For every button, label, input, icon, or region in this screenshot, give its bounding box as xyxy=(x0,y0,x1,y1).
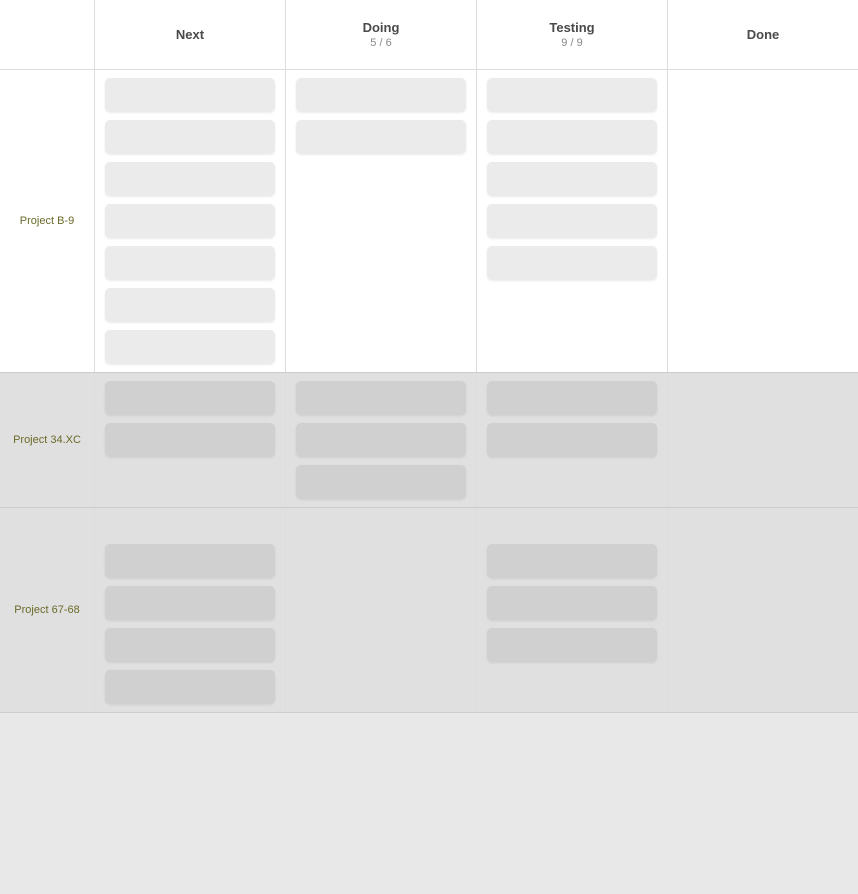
project-67-68-doing-col xyxy=(286,508,477,712)
card[interactable] xyxy=(487,246,657,280)
header-label-col xyxy=(0,0,95,69)
header-next-col: Next xyxy=(95,0,286,69)
project-34xc-next-col xyxy=(95,373,286,507)
doing-column-count: 5 / 6 xyxy=(370,37,391,49)
testing-column-title: Testing xyxy=(549,20,594,35)
project-b9-done-col xyxy=(668,70,858,372)
card[interactable] xyxy=(105,586,275,620)
header-done-col: Done xyxy=(668,0,858,69)
card[interactable] xyxy=(487,204,657,238)
card[interactable] xyxy=(487,586,657,620)
project-34xc-label: Project 34.XC xyxy=(0,373,95,507)
card[interactable] xyxy=(487,120,657,154)
card[interactable] xyxy=(296,423,466,457)
card[interactable] xyxy=(105,204,275,238)
card[interactable] xyxy=(105,423,275,457)
project-b9-next-col xyxy=(95,70,286,372)
next-column-title: Next xyxy=(176,27,204,42)
project-67-68-testing-col xyxy=(477,508,668,712)
card[interactable] xyxy=(105,288,275,322)
card[interactable] xyxy=(105,381,275,415)
project-67-68-done-col xyxy=(668,508,858,712)
card[interactable] xyxy=(105,246,275,280)
project-b9-label: Project B-9 xyxy=(0,70,95,372)
card[interactable] xyxy=(105,120,275,154)
card[interactable] xyxy=(105,78,275,112)
card[interactable] xyxy=(487,423,657,457)
card[interactable] xyxy=(296,78,466,112)
card[interactable] xyxy=(296,381,466,415)
card[interactable] xyxy=(487,544,657,578)
card[interactable] xyxy=(105,162,275,196)
card[interactable] xyxy=(487,381,657,415)
project-34xc-doing-col xyxy=(286,373,477,507)
done-column-title: Done xyxy=(747,27,780,42)
project-67-68-label: Project 67-68 xyxy=(0,508,95,712)
project-67-68-next-col xyxy=(95,508,286,712)
card[interactable] xyxy=(105,628,275,662)
card[interactable] xyxy=(105,544,275,578)
card[interactable] xyxy=(487,78,657,112)
card[interactable] xyxy=(487,162,657,196)
header-row: Next Doing 5 / 6 Testing 9 / 9 Done xyxy=(0,0,858,70)
card[interactable] xyxy=(296,120,466,154)
header-testing-col: Testing 9 / 9 xyxy=(477,0,668,69)
testing-column-count: 9 / 9 xyxy=(561,37,582,49)
card[interactable] xyxy=(487,628,657,662)
project-row-b9: Project B-9 xyxy=(0,70,858,373)
project-row-34xc: Project 34.XC xyxy=(0,373,858,508)
header-doing-col: Doing 5 / 6 xyxy=(286,0,477,69)
project-b9-doing-col xyxy=(286,70,477,372)
project-34xc-done-col xyxy=(668,373,858,507)
card[interactable] xyxy=(296,465,466,499)
project-34xc-testing-col xyxy=(477,373,668,507)
kanban-board: Next Doing 5 / 6 Testing 9 / 9 Done Proj… xyxy=(0,0,858,713)
project-b9-testing-col xyxy=(477,70,668,372)
card[interactable] xyxy=(105,330,275,364)
card[interactable] xyxy=(105,670,275,704)
project-row-67-68: Project 67-68 xyxy=(0,508,858,713)
doing-column-title: Doing xyxy=(363,20,400,35)
